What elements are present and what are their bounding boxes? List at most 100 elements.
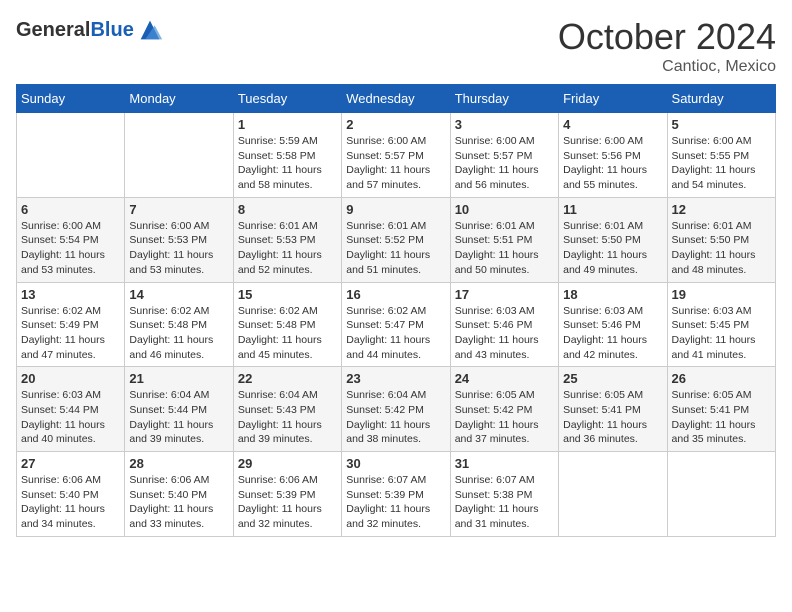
week-row-4: 20 Sunrise: 6:03 AMSunset: 5:44 PMDayligh… [17, 367, 776, 452]
day-info: Sunrise: 6:03 AMSunset: 5:45 PMDaylight:… [672, 304, 771, 363]
day-number: 23 [346, 371, 445, 386]
day-cell: 30 Sunrise: 6:07 AMSunset: 5:39 PMDayligh… [342, 452, 450, 537]
day-info: Sunrise: 6:07 AMSunset: 5:38 PMDaylight:… [455, 473, 554, 532]
day-info: Sunrise: 6:03 AMSunset: 5:46 PMDaylight:… [563, 304, 662, 363]
day-cell: 2 Sunrise: 6:00 AMSunset: 5:57 PMDaylight… [342, 113, 450, 198]
day-number: 11 [563, 202, 662, 217]
day-number: 24 [455, 371, 554, 386]
day-cell: 15 Sunrise: 6:02 AMSunset: 5:48 PMDayligh… [233, 282, 341, 367]
day-number: 30 [346, 456, 445, 471]
day-number: 14 [129, 287, 228, 302]
day-cell: 19Sunrise: 6:03 AMSunset: 5:45 PMDayligh… [667, 282, 775, 367]
day-cell: 20 Sunrise: 6:03 AMSunset: 5:44 PMDayligh… [17, 367, 125, 452]
day-cell [125, 113, 233, 198]
day-number: 8 [238, 202, 337, 217]
day-number: 1 [238, 117, 337, 132]
weekday-header-thursday: Thursday [450, 85, 558, 113]
day-cell: 10 Sunrise: 6:01 AMSunset: 5:51 PMDayligh… [450, 197, 558, 282]
logo-icon [136, 16, 164, 44]
logo: GeneralBlue [16, 16, 164, 44]
day-number: 10 [455, 202, 554, 217]
day-info: Sunrise: 6:06 AMSunset: 5:39 PMDaylight:… [238, 473, 337, 532]
day-info: Sunrise: 6:04 AMSunset: 5:44 PMDaylight:… [129, 388, 228, 447]
day-info: Sunrise: 6:00 AMSunset: 5:57 PMDaylight:… [455, 134, 554, 193]
week-row-2: 6 Sunrise: 6:00 AMSunset: 5:54 PMDaylight… [17, 197, 776, 282]
day-cell: 6 Sunrise: 6:00 AMSunset: 5:54 PMDaylight… [17, 197, 125, 282]
day-cell [667, 452, 775, 537]
day-number: 12 [672, 202, 771, 217]
weekday-header-saturday: Saturday [667, 85, 775, 113]
day-cell: 1 Sunrise: 5:59 AMSunset: 5:58 PMDaylight… [233, 113, 341, 198]
title-section: October 2024 Cantioc, Mexico [558, 16, 776, 76]
day-cell: 11 Sunrise: 6:01 AMSunset: 5:50 PMDayligh… [559, 197, 667, 282]
day-number: 26 [672, 371, 771, 386]
day-cell: 4 Sunrise: 6:00 AMSunset: 5:56 PMDaylight… [559, 113, 667, 198]
day-number: 2 [346, 117, 445, 132]
day-number: 15 [238, 287, 337, 302]
day-info: Sunrise: 6:03 AMSunset: 5:46 PMDaylight:… [455, 304, 554, 363]
day-info: Sunrise: 6:00 AMSunset: 5:56 PMDaylight:… [563, 134, 662, 193]
day-number: 22 [238, 371, 337, 386]
day-info: Sunrise: 6:02 AMSunset: 5:48 PMDaylight:… [238, 304, 337, 363]
day-number: 31 [455, 456, 554, 471]
day-cell: 7 Sunrise: 6:00 AMSunset: 5:53 PMDaylight… [125, 197, 233, 282]
day-info: Sunrise: 5:59 AMSunset: 5:58 PMDaylight:… [238, 134, 337, 193]
day-cell: 22 Sunrise: 6:04 AMSunset: 5:43 PMDayligh… [233, 367, 341, 452]
day-info: Sunrise: 6:00 AMSunset: 5:53 PMDaylight:… [129, 219, 228, 278]
page-header: GeneralBlue October 2024 Cantioc, Mexico [16, 16, 776, 76]
week-row-1: 1 Sunrise: 5:59 AMSunset: 5:58 PMDaylight… [17, 113, 776, 198]
day-info: Sunrise: 6:00 AMSunset: 5:54 PMDaylight:… [21, 219, 120, 278]
day-number: 6 [21, 202, 120, 217]
day-number: 9 [346, 202, 445, 217]
day-number: 4 [563, 117, 662, 132]
day-cell: 12Sunrise: 6:01 AMSunset: 5:50 PMDayligh… [667, 197, 775, 282]
weekday-header-monday: Monday [125, 85, 233, 113]
calendar-table: SundayMondayTuesdayWednesdayThursdayFrid… [16, 84, 776, 537]
day-info: Sunrise: 6:06 AMSunset: 5:40 PMDaylight:… [129, 473, 228, 532]
day-info: Sunrise: 6:02 AMSunset: 5:48 PMDaylight:… [129, 304, 228, 363]
week-row-3: 13Sunrise: 6:02 AMSunset: 5:49 PMDayligh… [17, 282, 776, 367]
day-info: Sunrise: 6:04 AMSunset: 5:42 PMDaylight:… [346, 388, 445, 447]
week-row-5: 27Sunrise: 6:06 AMSunset: 5:40 PMDayligh… [17, 452, 776, 537]
day-info: Sunrise: 6:01 AMSunset: 5:53 PMDaylight:… [238, 219, 337, 278]
day-cell: 9 Sunrise: 6:01 AMSunset: 5:52 PMDaylight… [342, 197, 450, 282]
day-info: Sunrise: 6:05 AMSunset: 5:41 PMDaylight:… [672, 388, 771, 447]
location: Cantioc, Mexico [558, 58, 776, 76]
weekday-header-friday: Friday [559, 85, 667, 113]
day-cell: 16Sunrise: 6:02 AMSunset: 5:47 PMDayligh… [342, 282, 450, 367]
day-cell: 13Sunrise: 6:02 AMSunset: 5:49 PMDayligh… [17, 282, 125, 367]
day-number: 21 [129, 371, 228, 386]
day-cell: 17Sunrise: 6:03 AMSunset: 5:46 PMDayligh… [450, 282, 558, 367]
day-cell: 27Sunrise: 6:06 AMSunset: 5:40 PMDayligh… [17, 452, 125, 537]
weekday-header-wednesday: Wednesday [342, 85, 450, 113]
day-number: 20 [21, 371, 120, 386]
day-number: 7 [129, 202, 228, 217]
day-cell: 26 Sunrise: 6:05 AMSunset: 5:41 PMDayligh… [667, 367, 775, 452]
day-info: Sunrise: 6:07 AMSunset: 5:39 PMDaylight:… [346, 473, 445, 532]
day-number: 18 [563, 287, 662, 302]
day-cell: 8 Sunrise: 6:01 AMSunset: 5:53 PMDaylight… [233, 197, 341, 282]
day-cell: 31 Sunrise: 6:07 AMSunset: 5:38 PMDayligh… [450, 452, 558, 537]
day-cell [17, 113, 125, 198]
day-info: Sunrise: 6:02 AMSunset: 5:49 PMDaylight:… [21, 304, 120, 363]
logo-general: GeneralBlue [16, 19, 134, 42]
day-number: 5 [672, 117, 771, 132]
month-title: October 2024 [558, 16, 776, 58]
day-cell: 23 Sunrise: 6:04 AMSunset: 5:42 PMDayligh… [342, 367, 450, 452]
day-number: 3 [455, 117, 554, 132]
day-info: Sunrise: 6:05 AMSunset: 5:41 PMDaylight:… [563, 388, 662, 447]
weekday-header-sunday: Sunday [17, 85, 125, 113]
day-info: Sunrise: 6:00 AMSunset: 5:57 PMDaylight:… [346, 134, 445, 193]
day-info: Sunrise: 6:01 AMSunset: 5:52 PMDaylight:… [346, 219, 445, 278]
day-cell [559, 452, 667, 537]
day-cell: 24Sunrise: 6:05 AMSunset: 5:42 PMDayligh… [450, 367, 558, 452]
weekday-header-tuesday: Tuesday [233, 85, 341, 113]
day-cell: 28Sunrise: 6:06 AMSunset: 5:40 PMDayligh… [125, 452, 233, 537]
weekday-header-row: SundayMondayTuesdayWednesdayThursdayFrid… [17, 85, 776, 113]
day-info: Sunrise: 6:03 AMSunset: 5:44 PMDaylight:… [21, 388, 120, 447]
day-info: Sunrise: 6:01 AMSunset: 5:51 PMDaylight:… [455, 219, 554, 278]
day-info: Sunrise: 6:01 AMSunset: 5:50 PMDaylight:… [563, 219, 662, 278]
day-info: Sunrise: 6:04 AMSunset: 5:43 PMDaylight:… [238, 388, 337, 447]
day-number: 25 [563, 371, 662, 386]
day-cell: 21 Sunrise: 6:04 AMSunset: 5:44 PMDayligh… [125, 367, 233, 452]
